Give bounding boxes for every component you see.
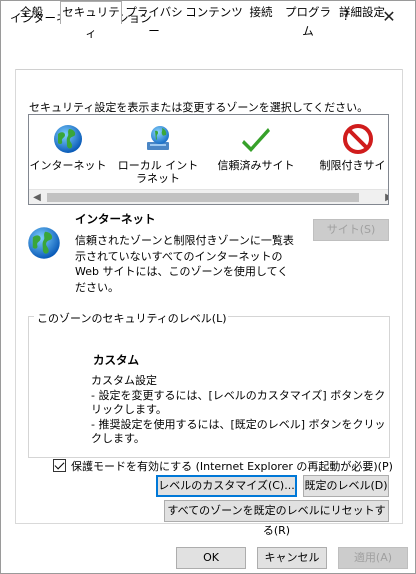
zone-local-intranet[interactable]: ローカル イントラネット [117, 123, 199, 185]
default-level-button[interactable]: 既定のレベル(D) [303, 475, 389, 497]
ok-button[interactable]: OK [176, 547, 246, 569]
zone-list[interactable]: インターネット ローカル イントラネット 信頼済みサイト 制限付きサイト ◀ [28, 114, 389, 205]
zone-name: インターネット [75, 212, 156, 226]
zone-select-label: セキュリティ設定を表示または変更するゾーンを選択してください。 [29, 101, 369, 114]
custom-level-description: カスタム設定 - 設定を変更するには、[レベルのカスタマイズ] ボタンをクリック… [91, 374, 391, 447]
horizontal-scrollbar[interactable]: ◀ ▶ [29, 189, 388, 204]
network-globe-icon [147, 126, 169, 150]
no-entry-icon [343, 124, 373, 154]
zone-description: 信頼されたゾーンと制限付きゾーンに一覧表示されていないすべてのインターネットの … [75, 234, 294, 294]
tab-general[interactable]: 全般 [15, 3, 48, 23]
custom-line: カスタム設定 [91, 374, 157, 387]
zone-label: ローカル イントラネット [117, 159, 199, 185]
scroll-left-icon[interactable]: ◀ [29, 190, 45, 204]
tab-security[interactable]: セキュリティ [60, 1, 122, 40]
globe-icon [54, 125, 82, 153]
zone-label: 信頼済みサイト [217, 159, 295, 172]
globe-icon [28, 227, 60, 259]
tab-content[interactable]: コンテンツ [185, 3, 243, 23]
internet-options-dialog: インターネット オプション ? ✕ 全般 セキュリティ プライバシー コンテンツ… [0, 0, 416, 574]
protected-mode-label[interactable]: 保護モードを有効にする (Internet Explorer の再起動が必要)(… [71, 458, 393, 474]
customize-level-button[interactable]: レベルのカスタマイズ(C)... [156, 475, 297, 497]
custom-level-title: カスタム [93, 353, 139, 367]
zone-trusted-sites[interactable]: 信頼済みサイト [215, 123, 297, 172]
cancel-button[interactable]: キャンセル [257, 547, 327, 569]
zone-internet[interactable]: インターネット [29, 123, 109, 172]
tab-advanced[interactable]: 詳細設定 [337, 3, 387, 23]
reset-all-zones-button[interactable]: すべてのゾーンを既定のレベルにリセットする(R) [164, 500, 389, 537]
scroll-thumb[interactable] [47, 193, 359, 202]
zone-label: インターネット [29, 159, 107, 172]
protected-mode-checkbox[interactable] [53, 459, 66, 472]
tab-connections[interactable]: 接続 [243, 3, 279, 23]
custom-line: - 設定を変更するには、[レベルのカスタマイズ] ボタンをクリックします。 [91, 388, 386, 417]
apply-button[interactable]: 適用(A) [338, 547, 408, 569]
sites-button[interactable]: サイト(S) [313, 219, 389, 241]
security-level-label: このゾーンのセキュリティのレベル(L) [36, 310, 228, 326]
green-check-icon [242, 128, 270, 152]
custom-line: - 推奨設定を使用するには、[既定のレベル] ボタンをクリックします。 [91, 417, 386, 446]
zone-restricted-sites[interactable]: 制限付きサイト [317, 123, 389, 172]
tab-privacy[interactable]: プライバシー [124, 3, 184, 38]
scroll-right-icon[interactable]: ▶ [381, 190, 388, 204]
tab-programs[interactable]: プログラム [280, 3, 336, 38]
zone-label: 制限付きサイト [319, 159, 389, 172]
